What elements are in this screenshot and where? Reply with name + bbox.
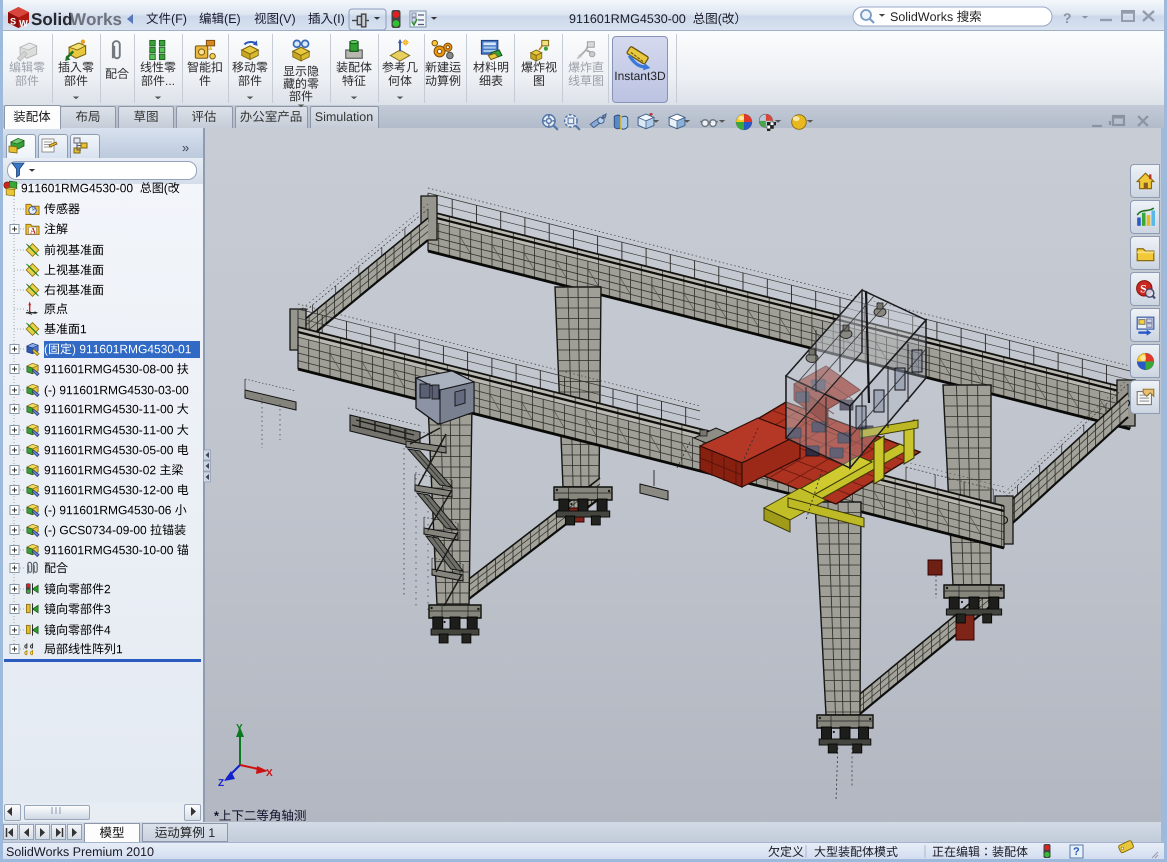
svg-text:A: A (30, 227, 36, 236)
svg-text:S: S (10, 17, 16, 27)
svg-text:W: W (19, 19, 28, 29)
